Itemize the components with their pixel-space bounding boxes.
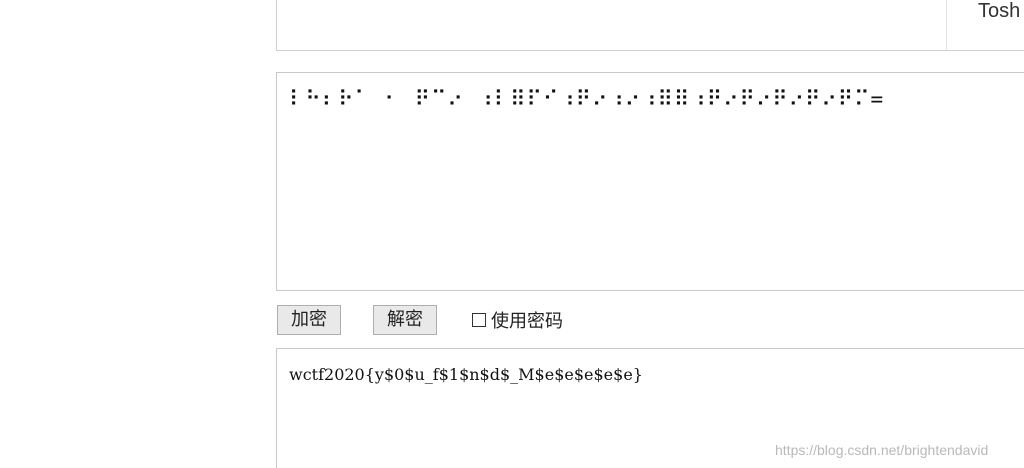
decrypt-button[interactable]: 解密: [373, 305, 437, 335]
page: Tosh ⠇⠓⠆⠗⠁ ⠂ ⠟⠉⠔ ⠰⠇⠿⠏⠊⠰⠟⠔⠰⠔⠰⠿⠿⠰⠟⠔⠟⠔⠟⠔⠟⠔⠟…: [0, 0, 1024, 468]
top-panel-label: Tosh: [978, 0, 1021, 22]
braille-input-textarea[interactable]: ⠇⠓⠆⠗⠁ ⠂ ⠟⠉⠔ ⠰⠇⠿⠏⠊⠰⠟⠔⠰⠔⠰⠿⠿⠰⠟⠔⠟⠔⠟⠔⠟⠔⠟⠍=: [276, 72, 1024, 291]
use-password-label: 使用密码: [491, 311, 563, 332]
top-panel: Tosh: [276, 0, 1024, 51]
top-panel-divider: [946, 0, 947, 50]
encrypt-button[interactable]: 加密: [277, 305, 341, 335]
use-password-toggle[interactable]: 使用密码: [472, 307, 563, 333]
use-password-checkbox[interactable]: [472, 313, 486, 327]
watermark-url: https://blog.csdn.net/brightendavid: [775, 442, 989, 458]
braille-input-text: ⠇⠓⠆⠗⠁ ⠂ ⠟⠉⠔ ⠰⠇⠿⠏⠊⠰⠟⠔⠰⠔⠰⠿⠿⠰⠟⠔⠟⠔⠟⠔⠟⠔⠟⠍=: [289, 87, 885, 111]
decoded-output-text: wctf2020{y$0$u_f$1$n$d$_M$e$e$e$e$e}: [289, 365, 643, 384]
